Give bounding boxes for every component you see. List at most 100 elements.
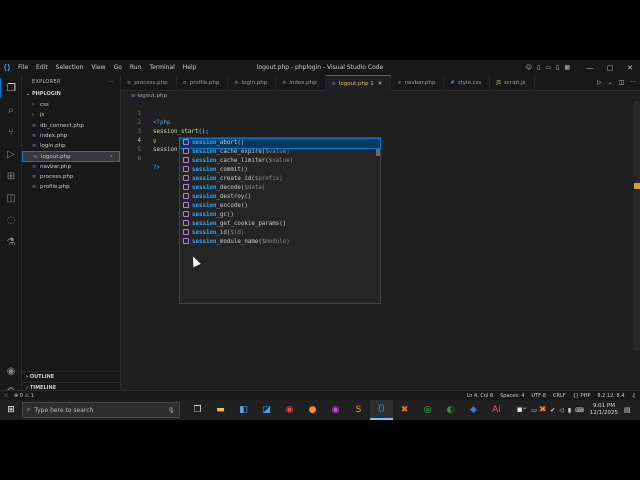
close-icon[interactable]: ✕ (620, 64, 640, 72)
tab-login[interactable]: ≡ login.php (228, 75, 277, 91)
chevron-up-icon[interactable]: ⌃ (522, 407, 527, 414)
maximize-icon[interactable]: ▢ (600, 64, 620, 72)
folder-label: PHPLOGIN (31, 91, 61, 97)
customize-layout-icon[interactable]: ▦ (564, 64, 570, 71)
tab-navbar[interactable]: ≡ navbar.php (391, 75, 445, 91)
toggle-secondary-sidebar-icon[interactable]: ▯ (556, 64, 559, 71)
menu-help[interactable]: Help (179, 64, 201, 71)
menu-run[interactable]: Run (126, 64, 146, 71)
suggestion-item[interactable]: session_commit() (180, 165, 380, 175)
item-label: login.php (40, 143, 66, 150)
suggestion-item[interactable]: session_cache_expire($value) (180, 147, 380, 157)
photos-icon[interactable]: ◪ (255, 400, 278, 420)
more-actions-icon[interactable]: ··· (630, 75, 636, 91)
firefox-icon[interactable]: ● (301, 400, 324, 420)
sidebar-item-logout[interactable]: ≡ logout.php • (22, 151, 120, 162)
suggestion-item[interactable]: session_create_id($prefix) (180, 174, 380, 184)
sidebar-item-db-connect[interactable]: ≡ db_connect.php (22, 121, 120, 131)
minimize-icon[interactable]: — (580, 64, 600, 72)
chat-icon[interactable]: ◌ (0, 210, 22, 230)
sublime-icon[interactable]: S (347, 400, 370, 420)
extensions-icon[interactable]: ⊞ (0, 166, 22, 186)
menu-terminal[interactable]: Terminal (145, 64, 178, 71)
sidebar-item-js[interactable]: › js (22, 110, 120, 120)
workspace-folder[interactable]: ⌄ PHPLOGIN (22, 89, 120, 100)
sidebar-item-process[interactable]: ≡ process.php (22, 172, 120, 182)
tab-process[interactable]: ≡ process.php (121, 75, 177, 91)
windows-start-icon[interactable]: ⊞ (0, 400, 22, 420)
xampp-icon[interactable]: ✖ (393, 400, 416, 420)
suggestion-item[interactable]: session_encode() (180, 201, 380, 211)
chevron-down-icon[interactable]: ⌄ (608, 75, 613, 91)
battery-icon[interactable]: ▮ (568, 407, 571, 414)
task-view-icon[interactable]: ❐ (186, 400, 209, 420)
editor-scrollbar[interactable] (634, 101, 640, 351)
copilot-icon[interactable]: ☺ (526, 64, 532, 71)
menu-selection[interactable]: Selection (52, 64, 88, 71)
taskbar-search-input[interactable]: ⌕ Type here to search 🎙 (22, 402, 180, 418)
illustrator-icon[interactable]: Ai (485, 400, 508, 420)
toggle-panel-icon[interactable]: ▭ (545, 64, 551, 71)
wifi-icon[interactable]: ◠ (541, 407, 546, 414)
menu-go[interactable]: Go (110, 64, 126, 71)
suggestion-item[interactable]: session_destroy() (180, 192, 380, 202)
notification-center-icon[interactable]: ▤ (624, 406, 636, 414)
suggestion-match: session (192, 203, 217, 209)
suggestion-item[interactable]: session_decode($data) (180, 183, 380, 193)
php-file-icon: ≡ (282, 80, 287, 86)
explorer-icon[interactable]: ❐ (0, 78, 22, 98)
sidebar-item-navbar[interactable]: ≡ navbar.php (22, 162, 120, 172)
testing-icon[interactable]: ⚗ (0, 232, 22, 252)
suggestion-item[interactable]: session_abort() (179, 138, 381, 149)
tab-index[interactable]: ≡ index.php (276, 75, 326, 91)
breadcrumb[interactable]: ≡ logout.php (121, 91, 640, 101)
security-icon[interactable]: ✔ (550, 407, 555, 414)
account-icon[interactable]: ◉ (0, 361, 22, 381)
tab-logout[interactable]: ≡ logout.php 1 ✕ (325, 75, 392, 91)
sidebar-item-profile[interactable]: ≡ profile.php (22, 182, 120, 192)
tab-profile[interactable]: ≡ profile.php (177, 75, 229, 91)
source-control-icon[interactable]: ⑂ (0, 122, 22, 142)
browser-icon[interactable]: ◉ (324, 400, 347, 420)
vscode-taskbar-icon[interactable]: ⟨⟩ (370, 400, 393, 420)
language-icon[interactable]: ⌨ (575, 407, 584, 414)
suggestion-rest: _encode() (216, 203, 248, 209)
clock[interactable]: 9:01 PM 12/1/2025 (590, 403, 618, 417)
sidebar-item-login[interactable]: ≡ login.php (22, 141, 120, 151)
suggestion-rest: _get_cookie_params() (216, 221, 287, 227)
more-actions-icon[interactable]: ··· (108, 75, 114, 89)
menu-view[interactable]: View (87, 64, 109, 71)
suggestion-item[interactable]: session_id($id) (180, 228, 380, 238)
run-debug-icon[interactable]: ▷ (0, 144, 22, 164)
menu-edit[interactable]: Edit (32, 64, 52, 71)
outline-section[interactable]: › OUTLINE (22, 371, 121, 382)
remote-explorer-icon[interactable]: ◫ (0, 188, 22, 208)
file-explorer-icon[interactable]: ▬ (209, 400, 232, 420)
microphone-icon[interactable]: 🎙 (167, 407, 175, 414)
app-icon[interactable]: ◆ (462, 400, 485, 420)
store-icon[interactable]: ◧ (232, 400, 255, 420)
suggestion-item[interactable]: session_get_cookie_params() (180, 219, 380, 229)
search-icon[interactable]: ⌕ (0, 100, 22, 120)
minimap[interactable] (604, 101, 634, 386)
toggle-sidebar-icon[interactable]: ▯ (537, 64, 540, 71)
window-controls: — ▢ ✕ (580, 64, 640, 72)
method-icon (183, 201, 189, 208)
warnings-count: ⚠ 1 (24, 393, 34, 399)
suggestion-item[interactable]: session_cache_limiter($value) (180, 156, 380, 166)
sidebar-item-css[interactable]: › css (22, 100, 120, 110)
close-tab-icon[interactable]: ✕ (378, 81, 383, 87)
tab-style[interactable]: # style.css (444, 75, 491, 91)
tab-script[interactable]: JS script.js (490, 75, 535, 91)
sidebar-item-index[interactable]: ≡ index.php (22, 131, 120, 141)
network-icon[interactable]: ▭ (531, 407, 537, 414)
whatsapp-icon[interactable]: ◎ (416, 400, 439, 420)
volume-icon[interactable]: ◁ (559, 407, 564, 414)
chrome-icon[interactable]: ◉ (278, 400, 301, 420)
edge-icon[interactable]: ◐ (439, 400, 462, 420)
menu-file[interactable]: File (14, 64, 32, 71)
suggestion-item[interactable]: session_gc() (180, 210, 380, 220)
suggestion-item[interactable]: session_module_name($module) (180, 237, 380, 247)
split-editor-icon[interactable]: ◫ (619, 75, 625, 91)
run-icon[interactable]: ▷ (597, 75, 602, 91)
